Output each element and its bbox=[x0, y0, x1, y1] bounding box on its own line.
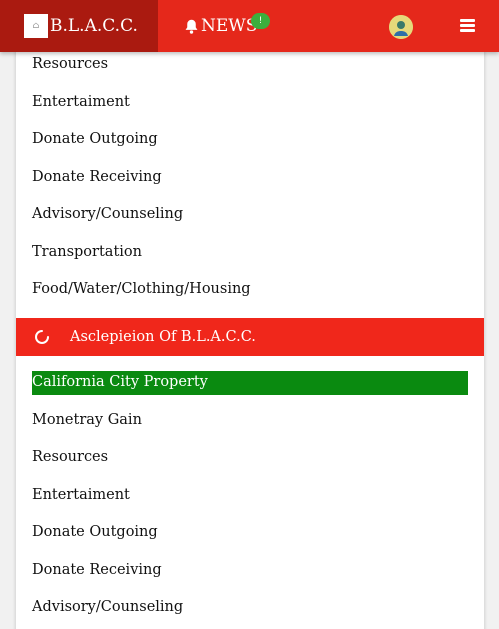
menu-list-bottom: California City Property Monetray Gain R… bbox=[32, 364, 468, 627]
list-item[interactable]: Donate Receiving bbox=[32, 552, 468, 590]
list-item[interactable]: Advisory/Counseling bbox=[32, 589, 468, 627]
list-item[interactable]: Transportation bbox=[32, 234, 468, 272]
menu-list-top: Resources Entertaiment Donate Outgoing D… bbox=[32, 46, 468, 309]
top-navbar: ⌂ B.L.A.C.C. NEWS ! bbox=[0, 0, 499, 52]
brand-name: B.L.A.C.C. bbox=[50, 16, 138, 36]
list-item[interactable]: Donate Receiving bbox=[32, 159, 468, 197]
list-item[interactable]: Resources bbox=[32, 439, 468, 477]
news-link[interactable]: NEWS ! bbox=[183, 0, 270, 52]
brand-link[interactable]: ⌂ B.L.A.C.C. bbox=[0, 0, 158, 52]
list-item[interactable]: Donate Outgoing bbox=[32, 121, 468, 159]
list-item[interactable]: Entertaiment bbox=[32, 477, 468, 515]
refresh-icon bbox=[35, 330, 49, 344]
section-title: Asclepieion Of B.L.A.C.C. bbox=[70, 329, 256, 345]
news-badge: ! bbox=[251, 13, 270, 29]
bell-icon bbox=[185, 19, 198, 34]
brand-logo: ⌂ bbox=[24, 14, 48, 38]
list-item[interactable]: Entertaiment bbox=[32, 84, 468, 122]
menu-card: Resources Entertaiment Donate Outgoing D… bbox=[16, 40, 484, 629]
list-item[interactable]: Advisory/Counseling bbox=[32, 196, 468, 234]
list-item-active[interactable]: California City Property bbox=[32, 371, 468, 395]
news-label: NEWS bbox=[201, 16, 258, 36]
list-item[interactable]: Food/Water/Clothing/Housing bbox=[32, 271, 468, 309]
list-item[interactable]: Donate Outgoing bbox=[32, 514, 468, 552]
list-item[interactable]: Monetray Gain bbox=[32, 402, 468, 440]
hamburger-icon[interactable] bbox=[460, 19, 475, 32]
avatar-icon[interactable] bbox=[389, 15, 413, 39]
section-header[interactable]: Asclepieion Of B.L.A.C.C. bbox=[16, 318, 484, 356]
